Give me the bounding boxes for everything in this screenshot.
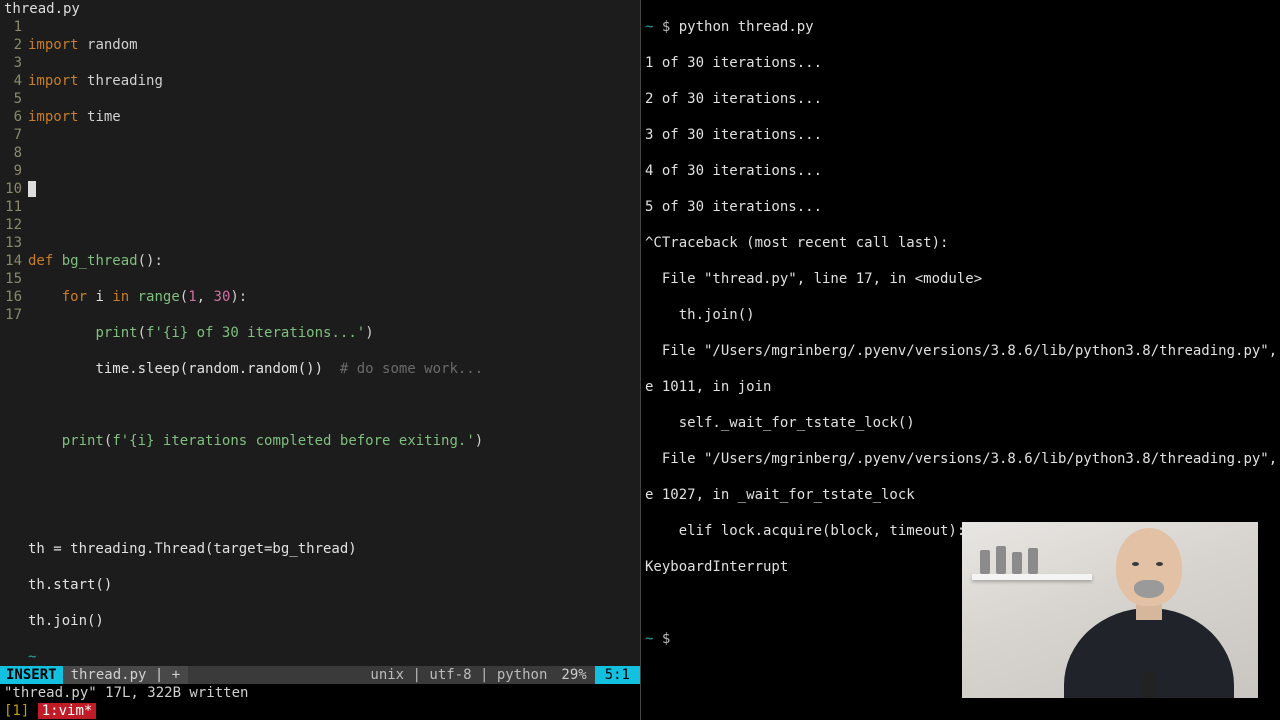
statusline-percent: 29% <box>553 666 594 684</box>
tmux-window[interactable]: 1:vim* <box>38 703 97 719</box>
terminal-line: 2 of 30 iterations... <box>645 90 1276 108</box>
text-cursor <box>28 181 36 197</box>
webcam-overlay <box>962 522 1258 698</box>
terminal-line: 1 of 30 iterations... <box>645 54 1276 72</box>
statusline-filename: thread.py | + <box>63 666 189 684</box>
vim-mode-indicator: INSERT <box>0 666 63 684</box>
editor-body[interactable]: 1 2 3 4 5 6 7 8 9 10 11 12 13 14 15 16 1… <box>0 18 640 666</box>
vim-message-line: "thread.py" 17L, 322B written <box>0 684 640 702</box>
terminal-pane[interactable]: ~ $ python thread.py 1 of 30 iterations.… <box>640 0 1280 720</box>
code-area[interactable]: import random import threading import ti… <box>28 18 640 666</box>
traceback-line: e 1027, in _wait_for_tstate_lock <box>645 486 1276 504</box>
tmux-session: [1] <box>4 703 29 719</box>
traceback-line: e 1011, in join <box>645 378 1276 396</box>
terminal-command: python thread.py <box>679 19 814 35</box>
prompt-tilde: ~ <box>645 19 653 35</box>
terminal-line: 4 of 30 iterations... <box>645 162 1276 180</box>
terminal-line: 5 of 30 iterations... <box>645 198 1276 216</box>
traceback-line: th.join() <box>645 306 1276 324</box>
editor-pane[interactable]: thread.py 1 2 3 4 5 6 7 8 9 10 11 12 13 … <box>0 0 640 720</box>
editor-filename: thread.py <box>0 0 640 18</box>
traceback-line: File "/Users/mgrinberg/.pyenv/versions/3… <box>645 450 1276 468</box>
tmux-statusline: [1] 1:vim* <box>0 702 640 720</box>
traceback-line: self._wait_for_tstate_lock() <box>645 414 1276 432</box>
statusline-position: 5:1 <box>595 666 640 684</box>
statusline-fileinfo: unix | utf-8 | python <box>364 666 553 684</box>
line-number-gutter: 1 2 3 4 5 6 7 8 9 10 11 12 13 14 15 16 1… <box>0 18 28 666</box>
traceback-line: File "/Users/mgrinberg/.pyenv/versions/3… <box>645 342 1276 360</box>
traceback-line: File "thread.py", line 17, in <module> <box>645 270 1276 288</box>
terminal-line: 3 of 30 iterations... <box>645 126 1276 144</box>
traceback-line: ^CTraceback (most recent call last): <box>645 234 1276 252</box>
vim-statusline: INSERT thread.py | + unix | utf-8 | pyth… <box>0 666 640 684</box>
prompt-dollar: $ <box>662 19 670 35</box>
